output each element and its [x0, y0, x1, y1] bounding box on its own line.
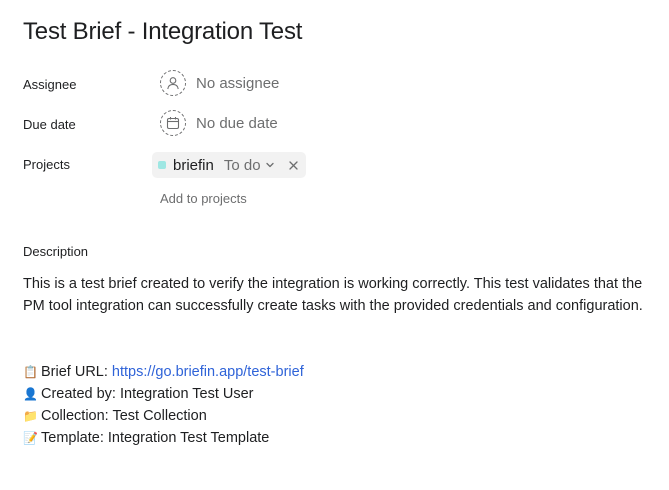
description-paragraph: This is a test brief created to verify t…	[23, 276, 643, 314]
due-date-value[interactable]: No due date	[196, 115, 278, 132]
user-icon: 👤	[23, 387, 38, 401]
chevron-down-icon	[265, 162, 274, 168]
description-meta-list: 📋 Brief URL: https://go.briefin.app/test…	[23, 361, 304, 449]
memo-icon: 📝	[23, 431, 38, 445]
project-color-swatch	[158, 161, 166, 169]
task-detail-pane: Test Brief - Integration Test Assignee N…	[0, 0, 669, 490]
project-name[interactable]: briefin	[173, 157, 214, 174]
clipboard-icon: 📋	[23, 365, 38, 379]
due-date-label: Due date	[23, 117, 76, 132]
folder-icon: 📁	[23, 409, 38, 423]
user-icon[interactable]	[160, 70, 186, 96]
created-by-text: Created by: Integration Test User	[41, 386, 254, 402]
brief-url-link[interactable]: https://go.briefin.app/test-brief	[112, 361, 304, 383]
section-value: To do	[223, 156, 261, 174]
assignee-label: Assignee	[23, 77, 77, 92]
brief-url-row: 📋 Brief URL: https://go.briefin.app/test…	[23, 361, 304, 383]
task-title[interactable]: Test Brief - Integration Test	[23, 18, 302, 46]
assignee-value[interactable]: No assignee	[196, 75, 279, 92]
assignee-field[interactable]: No assignee	[160, 70, 279, 96]
collection-row: 📁 Collection: Test Collection	[23, 405, 304, 427]
collection-text: Collection: Test Collection	[41, 408, 207, 424]
section-dropdown[interactable]: To do	[224, 157, 275, 174]
projects-label: Projects	[23, 157, 70, 172]
brief-url-label: Brief URL:	[41, 364, 108, 380]
close-icon	[288, 161, 298, 170]
description-label: Description	[23, 244, 89, 259]
add-to-projects-button[interactable]: Add to projects	[160, 191, 247, 206]
calendar-icon[interactable]	[160, 110, 186, 136]
description-text[interactable]: This is a test brief created to verify t…	[23, 273, 645, 317]
remove-project-button[interactable]	[288, 158, 298, 172]
project-chip[interactable]: briefin To do	[152, 152, 306, 178]
template-text: Template: Integration Test Template	[41, 430, 270, 446]
created-by-row: 👤 Created by: Integration Test User	[23, 383, 304, 405]
due-date-field[interactable]: No due date	[160, 110, 278, 136]
template-row: 📝 Template: Integration Test Template	[23, 427, 304, 449]
